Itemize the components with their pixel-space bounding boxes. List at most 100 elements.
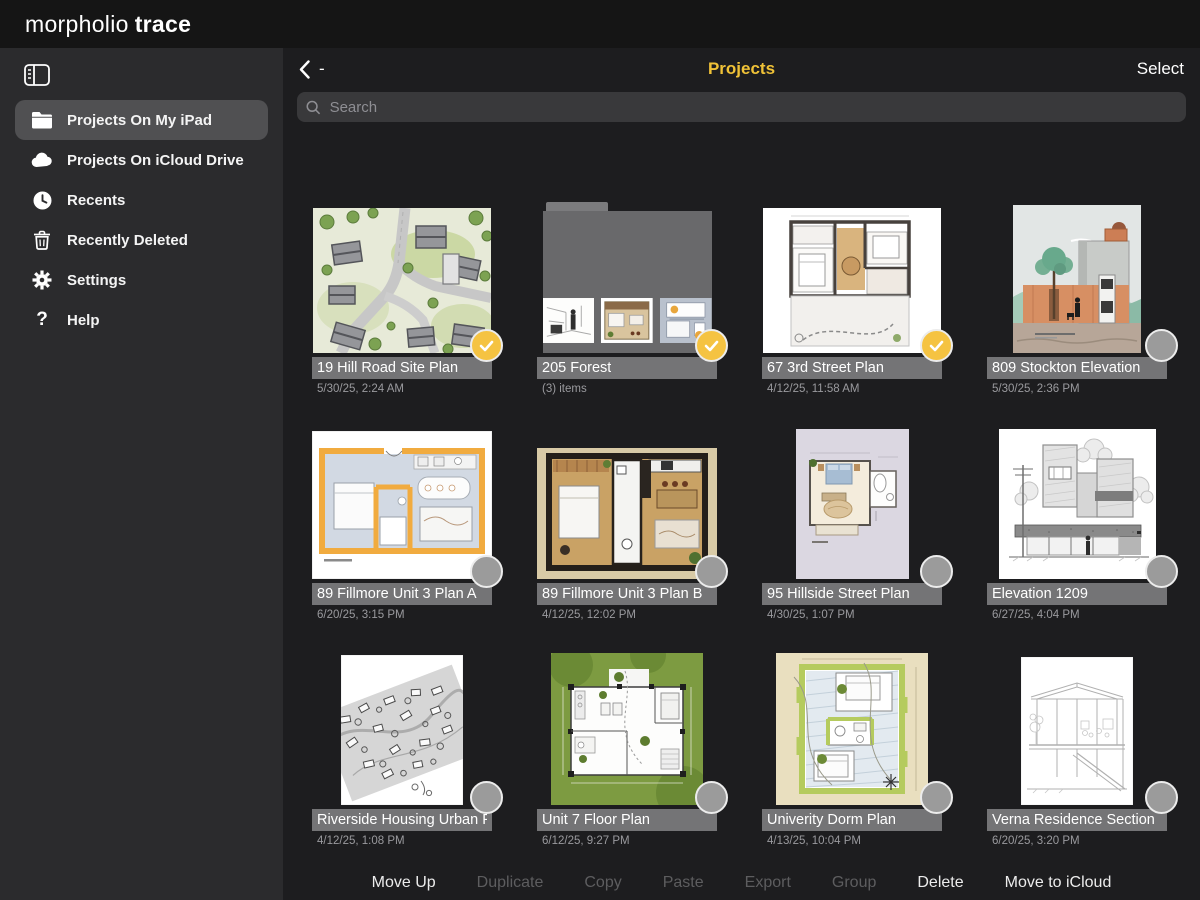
project-title-bar: 89 Fillmore Unit 3 Plan B [537, 583, 717, 605]
sidebar-item-label: Projects On iCloud Drive [67, 152, 244, 169]
project-thumbnail-urban-plan [341, 655, 463, 805]
sidebar-toggle-icon[interactable] [24, 64, 50, 86]
project-card[interactable]: Univerity Dorm Plan 4/13/25, 10:04 PM [762, 653, 942, 879]
question-icon: ? [31, 311, 53, 330]
back-button[interactable]: - [299, 59, 325, 79]
search-input[interactable] [328, 98, 1177, 117]
sidebar-item-settings[interactable]: Settings [15, 260, 268, 300]
project-thumbnail-site-plan [313, 208, 491, 353]
logo-trace: trace [135, 11, 191, 37]
paste-button: Paste [663, 874, 704, 892]
sidebar-item-label: Projects On My iPad [67, 112, 212, 129]
sidebar-item-help[interactable]: ? Help [15, 300, 268, 340]
selection-circle[interactable] [470, 781, 503, 814]
project-card[interactable]: Verna Residence Section 6/20/25, 3:20 PM [987, 653, 1167, 879]
delete-button[interactable]: Delete [917, 874, 963, 892]
clock-icon [31, 191, 53, 210]
project-title-bar: Unit 7 Floor Plan [537, 809, 717, 831]
project-grid: 19 Hill Road Site Plan 5/30/25, 2:24 AM [312, 201, 1200, 879]
project-title-bar: 809 Stockton Elevation [987, 357, 1167, 379]
project-card[interactable]: 89 Fillmore Unit 3 Plan A 6/20/25, 3:15 … [312, 427, 492, 653]
selection-circle[interactable] [470, 555, 503, 588]
sidebar: Projects On My iPad Projects On iCloud D… [0, 48, 283, 900]
project-meta: 4/12/25, 11:58 AM [762, 383, 942, 395]
project-meta: 5/30/25, 2:24 AM [312, 383, 492, 395]
project-meta: 4/12/25, 12:02 PM [537, 609, 717, 621]
project-meta: 4/30/25, 1:07 PM [762, 609, 942, 621]
project-title-bar: 19 Hill Road Site Plan [312, 357, 492, 379]
export-button: Export [745, 874, 791, 892]
project-card[interactable]: Unit 7 Floor Plan 6/12/25, 9:27 PM [537, 653, 717, 879]
sidebar-item-projects-ipad[interactable]: Projects On My iPad [15, 100, 268, 140]
project-meta: 5/30/25, 2:36 PM [987, 383, 1167, 395]
sidebar-item-label: Help [67, 312, 100, 329]
selection-circle[interactable] [695, 781, 728, 814]
search-bar[interactable] [297, 92, 1186, 122]
project-meta: 4/12/25, 1:08 PM [312, 835, 492, 847]
app-logo: morpholiotrace [25, 11, 191, 38]
header: - Projects Select [283, 48, 1200, 90]
gear-icon [31, 271, 53, 290]
project-meta: (3) items [537, 383, 717, 395]
project-thumbnail-elevation [999, 429, 1156, 579]
folder-body [543, 211, 712, 353]
project-title-bar: Elevation 1209 [987, 583, 1167, 605]
project-card[interactable]: 95 Hillside Street Plan 4/30/25, 1:07 PM [762, 427, 942, 653]
back-title: - [319, 59, 325, 79]
project-title-bar: Univerity Dorm Plan [762, 809, 942, 831]
selection-circle[interactable] [1145, 329, 1178, 362]
move-up-button[interactable]: Move Up [372, 874, 436, 892]
project-thumbnail-floor-plan [551, 653, 703, 805]
selection-checkmark[interactable] [695, 329, 728, 362]
selection-circle[interactable] [920, 781, 953, 814]
chevron-left-icon [299, 60, 310, 79]
sidebar-item-recents[interactable]: Recents [15, 180, 268, 220]
project-thumbnail-floor-plan [312, 431, 492, 579]
project-card-folder[interactable]: 205 Forest (3) items [537, 201, 717, 427]
selection-circle[interactable] [1145, 555, 1178, 588]
project-title-bar: Riverside Housing Urban Plan [312, 809, 492, 831]
sidebar-item-recently-deleted[interactable]: Recently Deleted [15, 220, 268, 260]
project-card[interactable]: 19 Hill Road Site Plan 5/30/25, 2:24 AM [312, 201, 492, 427]
project-meta: 6/20/25, 3:15 PM [312, 609, 492, 621]
selection-checkmark[interactable] [920, 329, 953, 362]
search-icon [306, 100, 321, 115]
selection-circle[interactable] [920, 555, 953, 588]
project-card[interactable]: 809 Stockton Elevation 5/30/25, 2:36 PM [987, 201, 1167, 427]
project-thumbnail-floor-plan [763, 208, 941, 353]
main-content: - Projects Select [283, 48, 1200, 900]
selection-circle[interactable] [695, 555, 728, 588]
sidebar-item-label: Settings [67, 272, 126, 289]
folder-mini-thumb-1 [543, 297, 595, 344]
logo-morpholio: morpholio [25, 11, 129, 37]
folder-icon [31, 111, 53, 130]
project-meta: 4/13/25, 10:04 PM [762, 835, 942, 847]
project-card[interactable]: 89 Fillmore Unit 3 Plan B 4/12/25, 12:02… [537, 427, 717, 653]
project-meta: 6/27/25, 4:04 PM [987, 609, 1167, 621]
folder-thumbnail [543, 202, 712, 353]
sidebar-item-projects-icloud[interactable]: Projects On iCloud Drive [15, 140, 268, 180]
project-title-bar: 205 Forest [537, 357, 717, 379]
trash-icon [31, 231, 53, 250]
select-button[interactable]: Select [1137, 59, 1184, 79]
copy-button: Copy [584, 874, 621, 892]
duplicate-button: Duplicate [477, 874, 544, 892]
selection-checkmark[interactable] [470, 329, 503, 362]
project-card[interactable]: Elevation 1209 6/27/25, 4:04 PM [987, 427, 1167, 653]
project-title-bar: 95 Hillside Street Plan [762, 583, 942, 605]
cloud-icon [31, 151, 53, 170]
project-thumbnail-floor-plan [537, 448, 717, 579]
folder-mini-thumb-2 [601, 297, 653, 344]
page-title: Projects [283, 59, 1200, 79]
project-title-bar: 89 Fillmore Unit 3 Plan A [312, 583, 492, 605]
move-to-icloud-button[interactable]: Move to iCloud [1005, 874, 1112, 892]
project-meta: 6/12/25, 9:27 PM [537, 835, 717, 847]
project-title-bar: 67 3rd Street Plan [762, 357, 942, 379]
project-card[interactable]: Riverside Housing Urban Plan 4/12/25, 1:… [312, 653, 492, 879]
selection-circle[interactable] [1145, 781, 1178, 814]
group-button: Group [832, 874, 876, 892]
project-thumbnail-floor-plan [776, 653, 928, 805]
top-bar: morpholiotrace [0, 0, 1200, 48]
sidebar-item-label: Recently Deleted [67, 232, 188, 249]
project-card[interactable]: 67 3rd Street Plan 4/12/25, 11:58 AM [762, 201, 942, 427]
